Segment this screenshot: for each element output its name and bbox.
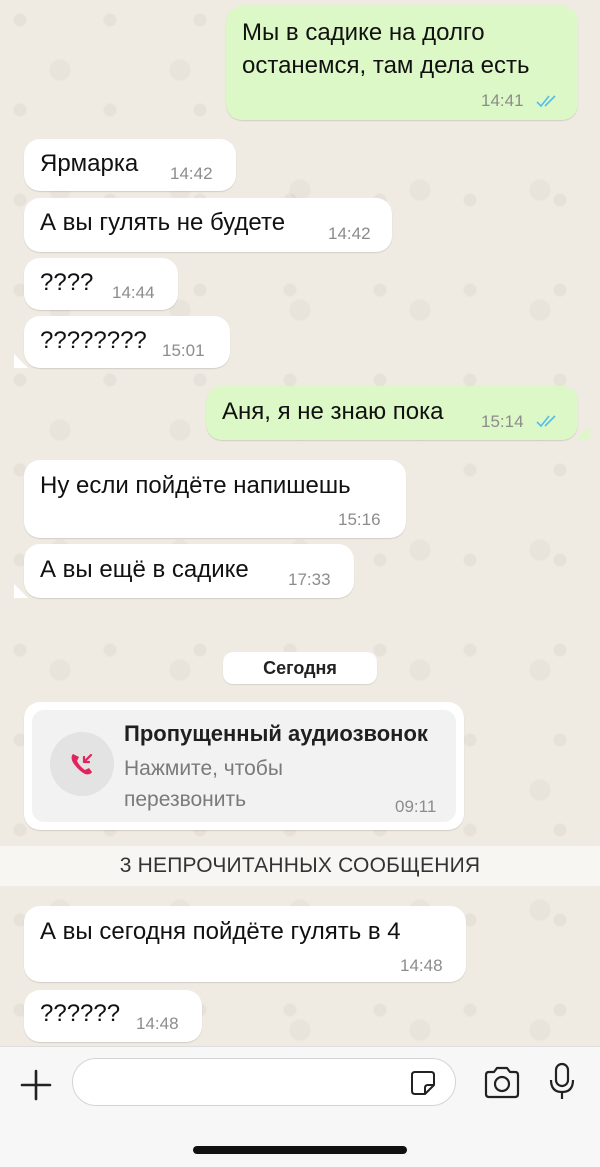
message-time: 14:44: [112, 283, 155, 302]
message-bubble-incoming[interactable]: ?????? 14:48: [24, 990, 202, 1042]
message-input-bar: [0, 1046, 600, 1167]
message-text: ????????: [40, 327, 147, 354]
message-time: 14:48: [136, 1014, 179, 1033]
date-separator: Сегодня: [223, 652, 377, 684]
message-text: Ну если пойдёте напишешь: [40, 472, 351, 499]
message-time: 14:48: [400, 956, 443, 975]
message-text: А вы гулять не будете: [40, 209, 286, 236]
message-bubble-incoming[interactable]: ???? 14:44: [24, 258, 178, 310]
message-bubble-incoming[interactable]: ???????? 15:01: [24, 316, 230, 368]
plus-icon[interactable]: [18, 1067, 54, 1103]
message-text: ????: [40, 269, 94, 296]
microphone-icon[interactable]: [548, 1062, 576, 1102]
message-text: ??????: [40, 1000, 121, 1027]
phone-missed-icon: [71, 753, 93, 775]
message-bubble-outgoing[interactable]: Аня, я не знаю пока 15:14: [206, 386, 578, 440]
read-ticks-icon: [536, 415, 556, 428]
message-text: А вы сегодня пойдёте гулять в 4: [40, 918, 401, 945]
home-indicator: [193, 1146, 407, 1154]
message-time: 14:41: [481, 91, 524, 110]
message-bubble-incoming[interactable]: Ярмарка 14:42: [24, 139, 236, 191]
unread-messages-banner: 3 НЕПРОЧИТАННЫХ СООБЩЕНИЯ: [0, 846, 600, 886]
message-bubble-outgoing[interactable]: Мы в садике на долго останемся, там дела…: [226, 6, 578, 120]
message-text: Мы в садике на долго останемся, там дела…: [242, 19, 530, 79]
camera-icon[interactable]: [482, 1065, 522, 1101]
message-time: 15:01: [162, 341, 205, 360]
message-time: 15:14: [481, 412, 524, 431]
message-time: 14:42: [328, 224, 371, 243]
message-text: А вы ещё в садике: [40, 556, 249, 583]
message-time: 15:16: [338, 510, 381, 529]
sticker-icon[interactable]: [409, 1069, 437, 1097]
message-time: 17:33: [288, 570, 331, 589]
missed-call-time: 09:11: [395, 797, 437, 816]
missed-call-title: Пропущенный аудиозвонок: [124, 721, 428, 746]
missed-call-subtitle[interactable]: Нажмите, чтобы перезвонить: [124, 753, 364, 815]
message-bubble-incoming[interactable]: Ну если пойдёте напишешь 15:16: [24, 460, 406, 538]
missed-call-icon[interactable]: [50, 732, 114, 796]
message-bubble-incoming[interactable]: А вы ещё в садике 17:33: [24, 544, 354, 598]
message-bubble-incoming[interactable]: А вы гулять не будете 14:42: [24, 198, 392, 252]
read-ticks-icon: [536, 95, 556, 108]
message-text: Ярмарка: [40, 150, 139, 177]
message-text: Аня, я не знаю пока: [222, 398, 444, 425]
message-bubble-incoming[interactable]: А вы сегодня пойдёте гулять в 4 14:48: [24, 906, 466, 982]
message-input[interactable]: [72, 1058, 456, 1106]
message-time: 14:42: [170, 164, 213, 183]
